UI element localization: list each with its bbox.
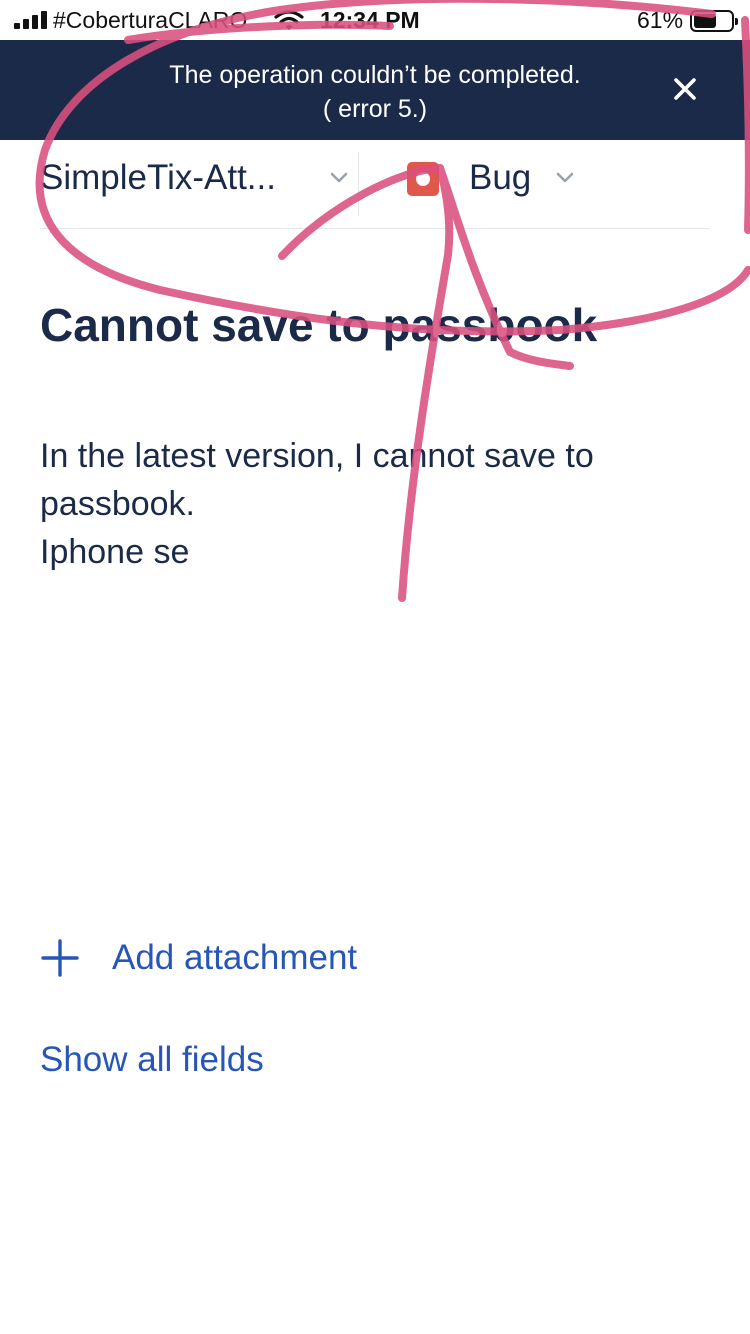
battery-icon <box>690 10 738 32</box>
cellular-signal-icon <box>14 11 48 29</box>
chevron-down-icon <box>556 172 574 183</box>
chevron-down-icon <box>330 172 348 183</box>
project-selector-label: SimpleTix-Att... <box>40 158 276 197</box>
close-banner-button[interactable] <box>664 68 706 110</box>
issue-title-field[interactable]: Cannot save to passbook <box>40 298 720 352</box>
bug-icon <box>407 162 439 196</box>
clock: 12:34 PM <box>320 7 420 33</box>
add-attachment-button[interactable]: Add attachment <box>40 932 357 984</box>
battery-fill <box>694 14 716 28</box>
error-banner: The operation couldn’t be completed. ( e… <box>0 40 750 140</box>
battery-percentage: 61% <box>637 7 684 33</box>
issue-type-selector[interactable]: Bug <box>359 140 710 228</box>
issue-description-field[interactable]: In the latest version, I cannot save to … <box>40 432 720 576</box>
close-icon <box>674 78 696 100</box>
issue-selector-row: SimpleTix-Att... Bug <box>40 140 710 229</box>
error-message-line-2: ( error 5.) <box>322 95 428 123</box>
error-message: The operation couldn’t be completed. ( e… <box>60 58 690 126</box>
project-selector[interactable]: SimpleTix-Att... <box>40 140 358 228</box>
show-all-fields-link[interactable]: Show all fields <box>40 1040 264 1080</box>
error-message-line-1: The operation couldn’t be completed. <box>169 61 581 89</box>
status-bar: #CoberturaCLARO 12:34 PM 61% <box>0 0 750 40</box>
battery-nub <box>735 18 738 25</box>
plus-icon <box>41 939 79 977</box>
wifi-icon <box>274 10 304 30</box>
add-attachment-label: Add attachment <box>112 938 358 977</box>
carrier-name: #CoberturaCLARO <box>53 7 248 33</box>
create-issue-screen: #CoberturaCLARO 12:34 PM 61% The operati… <box>0 0 750 1334</box>
issue-type-label: Bug <box>469 158 532 197</box>
